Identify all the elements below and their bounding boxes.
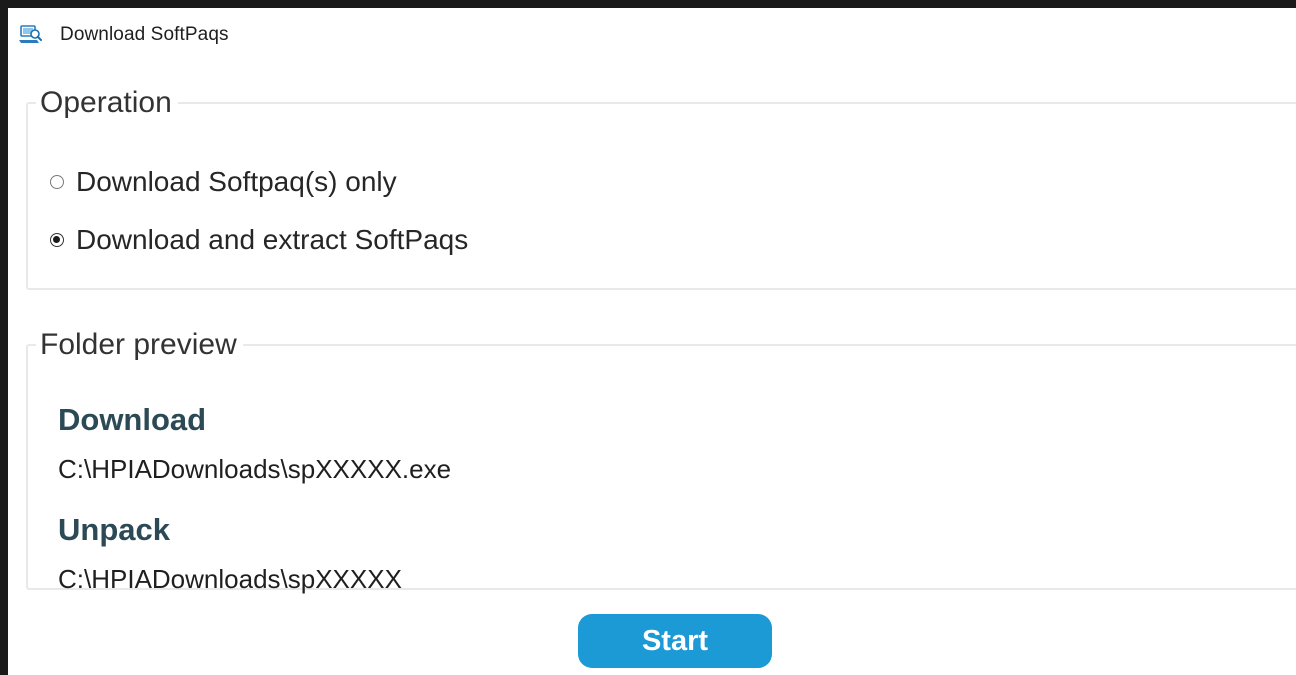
folder-preview-legend: Folder preview [40,328,237,361]
download-softpaqs-window: Download SoftPaqs Operation Download Sof… [8,8,1296,675]
radio-download-only[interactable]: Download Softpaq(s) only [50,166,397,198]
start-button[interactable]: Start [578,614,772,668]
unpack-heading: Unpack [58,512,170,547]
folder-preview-group: Folder preview Download C:\HPIADownloads… [26,328,1296,594]
download-heading: Download [58,402,207,437]
download-path: C:\HPIADownloads\spXXXXX.exe [58,454,452,484]
radio-download-extract-button[interactable] [50,233,64,247]
radio-download-only-button[interactable] [50,175,64,189]
radio-download-only-label[interactable]: Download Softpaq(s) only [76,166,397,198]
radio-download-extract-label[interactable]: Download and extract SoftPaqs [76,224,468,256]
app-icon [18,21,42,45]
title-bar: Download SoftPaqs [8,8,1296,60]
window-title: Download SoftPaqs [60,24,229,45]
unpack-path: C:\HPIADownloads\spXXXXX [58,564,402,594]
radio-download-extract[interactable]: Download and extract SoftPaqs [50,224,468,256]
operation-legend: Operation [40,86,172,119]
operation-group: Operation Download Softpaq(s) only Downl… [26,88,1296,290]
